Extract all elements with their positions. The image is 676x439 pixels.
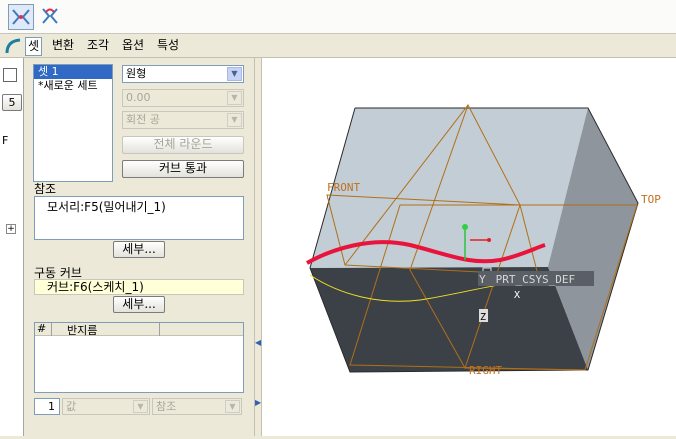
sets-panel: 셋 1 *새로운 세트 원형 ▼ 0.00 ▼ 회전 공 ▼ 전체 라운드 커브 통과… — [24, 58, 254, 436]
header-divider — [159, 323, 160, 336]
model-tree-strip: 5 F + — [0, 58, 24, 436]
x-label: X — [514, 290, 520, 301]
type-select: 회전 공 ▼ — [122, 111, 244, 129]
left-strip-button[interactable]: 5 — [2, 94, 22, 111]
z-label: Z — [480, 312, 486, 323]
driving-curve-details-button[interactable]: 세부... — [113, 296, 165, 313]
bottom-value-text: 값 — [66, 400, 77, 413]
simple-round-icon[interactable] — [8, 4, 34, 30]
y-axis-end — [462, 224, 468, 230]
bottom-reference-text: 참조 — [156, 400, 177, 413]
collapse-arrow-icon[interactable]: ◀ — [255, 338, 261, 347]
references-list[interactable]: 모서리:F5(밀어내기_1) — [34, 196, 244, 240]
row-index[interactable]: 1 — [34, 398, 60, 415]
dashboard-tabs: 셋 변환 조각 옵션 특성 — [0, 34, 676, 58]
full-round-icon[interactable] — [38, 4, 64, 30]
tab-options[interactable]: 옵션 — [120, 37, 146, 56]
bottom-reference-select: 참조 ▼ — [152, 398, 242, 415]
radius-table[interactable]: # 반지름 — [34, 322, 244, 393]
chevron-down-icon: ▼ — [133, 400, 148, 413]
references-details-button[interactable]: 세부... — [113, 241, 165, 258]
type-text: 회전 공 — [126, 113, 160, 126]
round-tool-icon — [4, 37, 24, 55]
value-select: 0.00 ▼ — [122, 89, 244, 107]
chevron-down-icon: ▼ — [227, 113, 242, 127]
tab-pieces[interactable]: 조각 — [85, 37, 111, 56]
right-label: RIGHT — [469, 364, 502, 377]
panel-sash[interactable]: ◀ ▶ — [254, 58, 262, 436]
tree-root[interactable]: F — [2, 134, 22, 148]
shape-select[interactable]: 원형 ▼ — [122, 65, 244, 83]
top-label: TOP — [641, 193, 661, 206]
col-radius: 반지름 — [67, 324, 98, 337]
radius-table-header: # 반지름 — [35, 322, 243, 337]
reference-item[interactable]: 모서리:F5(밀어내기_1) — [35, 197, 243, 215]
chevron-down-icon: ▼ — [227, 67, 242, 81]
tab-properties[interactable]: 특성 — [155, 37, 181, 56]
header-divider — [51, 323, 52, 336]
chevron-down-icon: ▼ — [227, 91, 242, 105]
shape-value: 원형 — [126, 67, 147, 80]
bottom-value-select: 값 ▼ — [62, 398, 150, 415]
references-label: 참조 — [34, 182, 57, 196]
expand-arrow-icon[interactable]: ▶ — [255, 398, 261, 407]
tree-icon[interactable] — [3, 68, 17, 82]
graphics-viewport[interactable]: FRONT TOP RIGHT Y PRT_CSYS_DEF X Z — [262, 58, 676, 436]
model-svg: FRONT TOP RIGHT Y PRT_CSYS_DEF X Z — [306, 103, 661, 377]
through-curve-button[interactable]: 커브 통과 — [122, 160, 244, 178]
toolbar — [0, 0, 676, 34]
col-num: # — [37, 322, 47, 335]
tab-set[interactable]: 셋 — [25, 37, 43, 56]
front-label: FRONT — [327, 181, 360, 194]
expand-icon[interactable]: + — [6, 224, 16, 234]
value-text: 0.00 — [126, 91, 151, 104]
tab-transition[interactable]: 변환 — [50, 37, 76, 56]
full-round-button: 전체 라운드 — [122, 136, 244, 154]
set-item-new[interactable]: *새로운 세트 — [34, 79, 112, 93]
driving-curve-field[interactable]: 커브:F6(스케치_1) — [34, 279, 244, 295]
set-list[interactable]: 셋 1 *새로운 세트 — [33, 64, 113, 182]
set-item-1[interactable]: 셋 1 — [34, 65, 112, 79]
x-axis-end — [487, 238, 491, 242]
chevron-down-icon: ▼ — [225, 400, 240, 413]
